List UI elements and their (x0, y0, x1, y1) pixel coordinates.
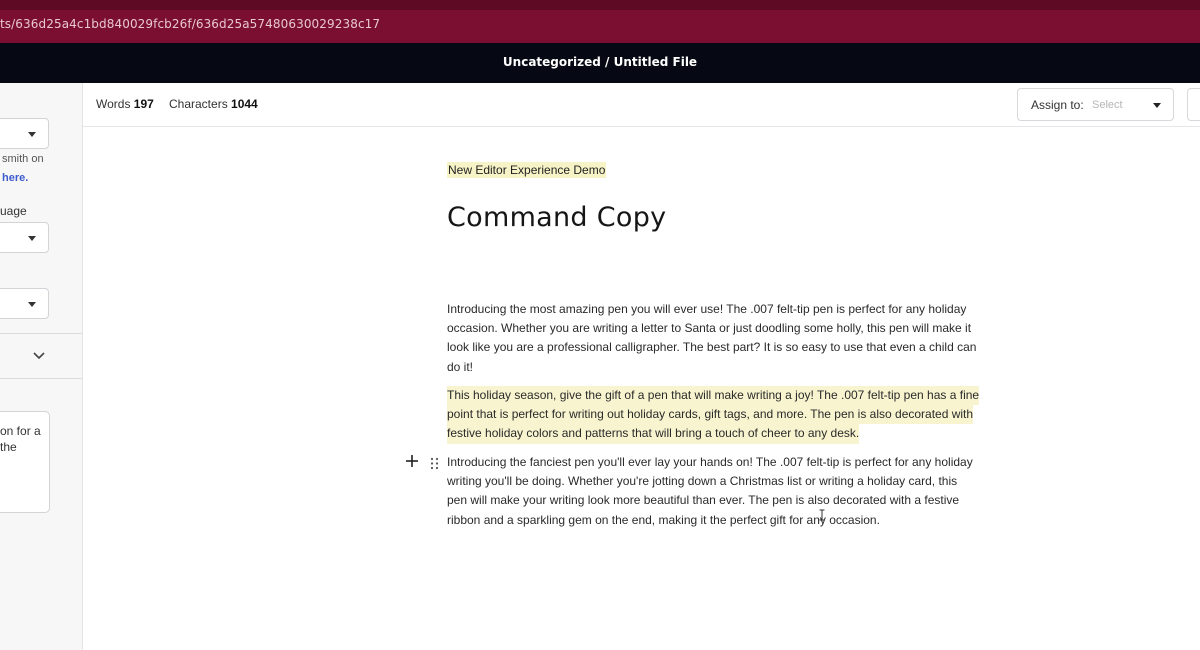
chevron-down-icon (28, 302, 36, 307)
sidebar-link[interactable]: here. (2, 172, 28, 184)
paragraph-line: occasion. Whether you are writing a lett… (447, 321, 972, 336)
paragraph-line: Introducing the most amazing pen you wil… (447, 302, 967, 316)
editor-canvas[interactable]: New Editor Experience Demo Command Copy … (83, 128, 1200, 650)
chevron-down-icon (1153, 103, 1161, 108)
assign-to-placeholder: Select (1092, 99, 1123, 111)
character-count: Characters 1044 (169, 97, 258, 111)
text-cursor-icon (819, 509, 825, 521)
paragraph-line: This holiday season, give the gift of a … (447, 386, 980, 406)
paragraph-line: festive holiday colors and patterns that… (447, 424, 860, 444)
highlighted-paragraph-block[interactable]: This holiday season, give the gift of a … (447, 386, 1007, 444)
browser-frame-top (0, 0, 1200, 10)
paragraph-line: pen will make your writing look more bea… (447, 493, 960, 508)
assign-to-label: Assign to: (1031, 98, 1084, 112)
sidebar-author-text: smith on (2, 153, 44, 165)
sidebar-card-line: the (0, 440, 17, 454)
paragraph-block[interactable]: Introducing the fanciest pen you'll ever… (447, 453, 1007, 530)
paragraph-line: look like you are a professional calligr… (447, 340, 977, 355)
document-title[interactable]: Command Copy (447, 202, 666, 233)
toolbar-button[interactable] (1187, 88, 1200, 121)
word-count: Words 197 (96, 97, 154, 111)
sidebar-card-line: on for a (0, 424, 41, 438)
sidebar-card-text: on for a the (0, 423, 41, 455)
chevron-down-icon (28, 132, 36, 137)
sidebar-select-1[interactable] (0, 118, 49, 149)
paragraph-line: Introducing the fanciest pen you'll ever… (447, 455, 973, 469)
editor-toolbar: Words 197 Characters 1044 Assign to: Sel… (83, 83, 1200, 127)
url-text: ts/636d25a4c1bd840029fcb26f/636d25a57480… (0, 17, 381, 31)
paragraph-line: writing you'll be doing. Whether you're … (447, 474, 958, 489)
address-bar[interactable]: ts/636d25a4c1bd840029fcb26f/636d25a57480… (0, 10, 1200, 43)
left-sidebar: smith on here. uage on for a the (0, 83, 83, 650)
drag-handle-icon[interactable] (430, 457, 439, 470)
character-count-label: Characters (169, 97, 228, 111)
assign-to-select[interactable]: Assign to: Select (1017, 88, 1174, 121)
sidebar-divider (0, 378, 82, 379)
word-count-value: 197 (133, 97, 154, 111)
breadcrumb[interactable]: Uncategorized / Untitled File (0, 55, 1200, 69)
add-block-icon[interactable] (405, 454, 419, 468)
document-tag: New Editor Experience Demo (447, 162, 607, 178)
paragraph-line: ribbon and a sparkling gem on the end, m… (447, 512, 880, 527)
word-count-label: Words (96, 97, 131, 111)
paragraph-line: point that is perfect for writing out ho… (447, 405, 974, 425)
chevron-down-icon[interactable] (32, 349, 46, 363)
language-select[interactable] (0, 222, 49, 253)
character-count-value: 1044 (231, 97, 258, 111)
chevron-down-icon (28, 236, 36, 241)
language-label: uage (0, 204, 27, 218)
paragraph-line: do it! (447, 359, 474, 374)
sidebar-divider (0, 333, 82, 334)
app-header: Uncategorized / Untitled File (0, 43, 1200, 83)
paragraph-block[interactable]: Introducing the most amazing pen you wil… (447, 300, 1007, 377)
sidebar-select-3[interactable] (0, 288, 49, 319)
